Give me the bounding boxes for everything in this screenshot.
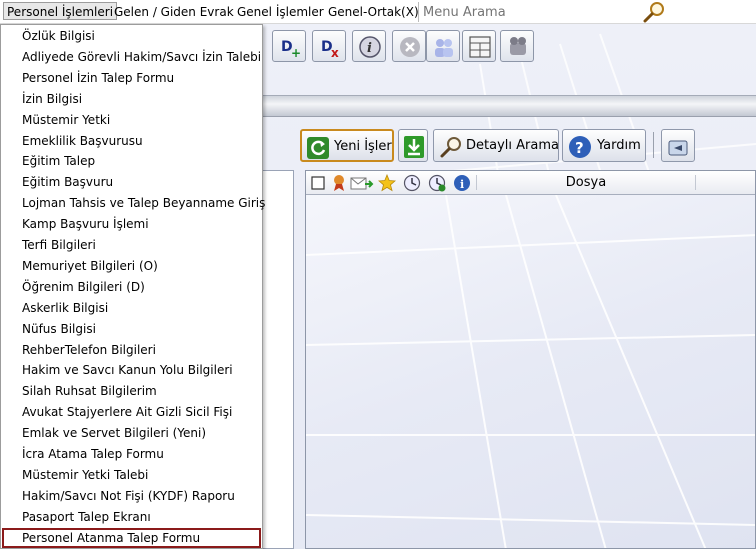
dropdown-item[interactable]: Özlük Bilgisi — [2, 26, 261, 46]
new-items-button[interactable]: Yeni İşler — [300, 129, 394, 162]
detailed-search-button[interactable]: Detaylı Arama — [433, 129, 559, 162]
grid-background-graphic — [306, 195, 755, 548]
dropdown-item[interactable]: Müstemir Yetki Talebi — [2, 465, 261, 485]
svg-text:i: i — [367, 41, 372, 56]
info-icon: i — [359, 36, 381, 58]
download-icon — [404, 136, 424, 158]
menu-genel-islemler[interactable]: Genel İşlemler — [234, 3, 327, 21]
dropdown-item[interactable]: Lojman Tahsis ve Talep Beyanname Giriş — [2, 193, 265, 213]
dropdown-item[interactable]: Hakim ve Savcı Kanun Yolu Bilgileri — [2, 360, 261, 380]
dropdown-item[interactable]: Emeklilik Başvurusu — [2, 131, 261, 151]
delete-document-button[interactable]: Dx — [312, 30, 346, 62]
grid-toolbar: Yeni İşler Detaylı Arama ? Yardım — [298, 128, 756, 164]
personel-islemleri-dropdown: Özlük Bilgisi Adliyede Görevli Hakim/Savc… — [0, 24, 265, 549]
back-button[interactable] — [661, 129, 695, 162]
dropdown-item[interactable]: Eğitim Talep — [2, 151, 261, 171]
document-add-icon: D+ — [281, 39, 301, 59]
dropdown-item[interactable]: Pasaport Talep Ekranı — [2, 507, 261, 527]
refresh-icon — [307, 137, 329, 159]
back-icon — [668, 140, 688, 156]
dropdown-item[interactable]: İzin Bilgisi — [2, 89, 261, 109]
info-button[interactable]: i — [352, 30, 386, 62]
help-button[interactable]: ? Yardım — [562, 129, 646, 162]
dropdown-item[interactable]: Müstemir Yetki — [2, 110, 261, 130]
svg-text:x: x — [331, 46, 339, 59]
cancel-icon — [400, 37, 420, 57]
dropdown-item[interactable]: Hakim/Savcı Not Fişi (KYDF) Raporu — [2, 486, 261, 506]
help-label: Yardım — [597, 138, 641, 153]
dropdown-item[interactable]: Silah Ruhsat Bilgilerim — [2, 381, 261, 401]
tools-icon — [510, 37, 526, 55]
dropdown-item[interactable]: Kamp Başvuru İşlemi — [2, 214, 261, 234]
menu-genel-ortak[interactable]: Genel-Ortak(X) — [325, 3, 422, 21]
dropdown-item[interactable]: Askerlik Bilgisi — [2, 298, 261, 318]
menu-search-box — [418, 2, 670, 22]
calculator-icon — [469, 36, 491, 58]
column-header-dosya[interactable]: Dosya — [476, 175, 696, 190]
dropdown-item[interactable]: Öğrenim Bilgileri (D) — [2, 277, 261, 297]
star-icon — [378, 173, 396, 192]
toolbar-separator — [653, 132, 654, 158]
clock-check-icon — [428, 174, 446, 192]
dropdown-item[interactable]: Memuriyet Bilgileri (O) — [2, 256, 261, 276]
svg-text:+: + — [291, 46, 301, 59]
dropdown-item[interactable]: Personel Atanma Talep Formu — [2, 527, 261, 548]
detailed-search-label: Detaylı Arama — [466, 138, 559, 153]
cancel-button[interactable] — [392, 30, 426, 62]
dropdown-item[interactable]: RehberTelefon Bilgileri — [2, 340, 261, 360]
menu-personel-islemleri[interactable]: Personel İşlemleri — [3, 2, 118, 20]
dropdown-item[interactable]: Adliyede Görevli Hakim/Savcı İzin Talebi — [2, 47, 261, 67]
dropdown-item[interactable]: Nüfus Bilgisi — [2, 319, 261, 339]
document-delete-icon: Dx — [321, 39, 339, 59]
dropdown-item[interactable]: Terfi Bilgileri — [2, 235, 261, 255]
menu-search-input[interactable] — [419, 2, 670, 22]
left-panel — [262, 170, 294, 549]
search-icon[interactable] — [640, 1, 668, 23]
tools-button[interactable] — [500, 30, 534, 62]
mail-forward-icon — [350, 174, 374, 192]
svg-text:i: i — [460, 178, 464, 191]
dropdown-item[interactable]: İcra Atama Talep Formu — [2, 444, 261, 464]
dropdown-item[interactable]: Personel İzin Talep Formu — [2, 68, 261, 88]
calculator-button[interactable] — [462, 30, 496, 62]
select-all-checkbox[interactable] — [310, 174, 328, 192]
main-toolbar: D + Dx i — [262, 28, 756, 64]
download-button[interactable] — [398, 129, 428, 162]
magnifier-icon — [440, 137, 461, 158]
grid-header: i Dosya — [306, 171, 755, 195]
info-small-icon: i — [453, 174, 471, 192]
document-grid: i Dosya — [305, 170, 756, 549]
users-icon — [435, 39, 453, 57]
svg-text:?: ? — [575, 139, 584, 157]
help-icon: ? — [569, 136, 591, 158]
dropdown-item[interactable]: Emlak ve Servet Bilgileri (Yeni) — [2, 423, 261, 443]
new-items-label: Yeni İşler — [334, 139, 392, 154]
section-band — [262, 95, 756, 117]
clock-icon — [403, 174, 421, 192]
menu-gelen-giden-evrak[interactable]: Gelen / Giden Evrak — [111, 3, 237, 21]
dropdown-item[interactable]: Eğitim Başvuru — [2, 172, 261, 192]
add-document-button[interactable]: D + — [272, 30, 306, 62]
menu-bar: Personel İşlemleri Gelen / Giden Evrak G… — [0, 0, 756, 24]
ribbon-icon — [330, 174, 348, 192]
users-button[interactable] — [426, 30, 460, 62]
dropdown-item[interactable]: Avukat Stajyerlere Ait Gizli Sicil Fişi — [2, 402, 261, 422]
